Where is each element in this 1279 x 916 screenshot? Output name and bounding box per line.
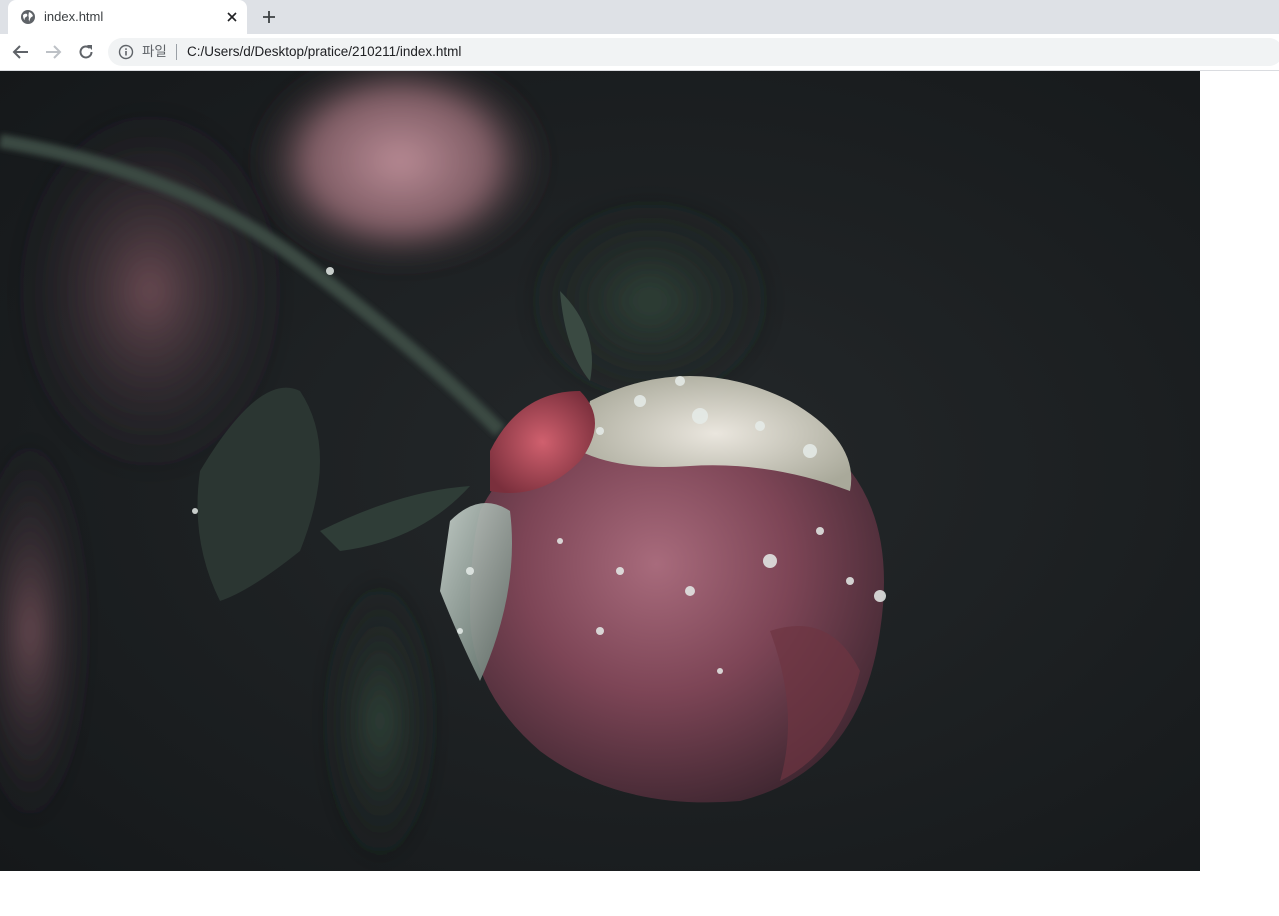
info-icon[interactable] <box>118 44 134 60</box>
rose-photo <box>0 71 1200 871</box>
tab-title: index.html <box>44 9 104 24</box>
reload-icon[interactable] <box>73 39 99 65</box>
plus-icon[interactable] <box>258 6 280 28</box>
url-separator <box>176 44 177 60</box>
globe-icon <box>20 9 36 25</box>
address-bar[interactable]: 파일 C:/Users/d/Desktop/pratice/210211/ind… <box>108 38 1279 66</box>
browser-toolbar: 파일 C:/Users/d/Desktop/pratice/210211/ind… <box>0 34 1279 71</box>
close-icon[interactable] <box>223 8 241 26</box>
tab-strip: index.html <box>0 0 1279 34</box>
url-text[interactable]: C:/Users/d/Desktop/pratice/210211/index.… <box>187 44 461 60</box>
url-scheme-label: 파일 <box>142 44 167 59</box>
arrow-right-icon[interactable] <box>40 39 66 65</box>
page-viewport <box>0 71 1279 916</box>
tab-active[interactable]: index.html <box>8 0 247 34</box>
arrow-left-icon[interactable] <box>8 39 34 65</box>
